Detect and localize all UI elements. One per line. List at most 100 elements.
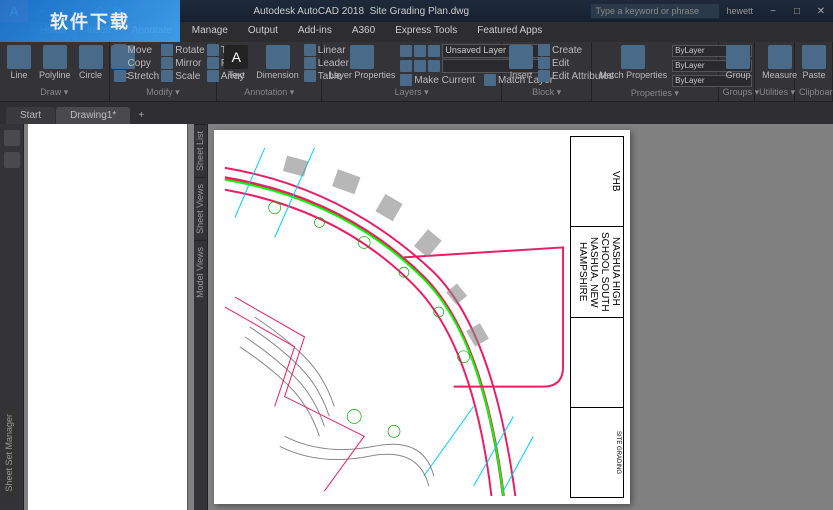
panel-groups-label[interactable]: Groups ▾ <box>723 87 751 99</box>
ribbon: Line Polyline Circle Arc Draw ▾ Move Cop… <box>0 42 833 102</box>
tab-output[interactable]: Output <box>238 22 288 42</box>
make-current-icon <box>400 74 412 86</box>
rotate-button[interactable]: Rotate <box>161 44 204 56</box>
tb-sheet: SITE GRADING <box>571 408 623 497</box>
mirror-icon <box>161 57 173 69</box>
user-name[interactable]: hewett <box>726 6 753 16</box>
panel-draw: Line Polyline Circle Arc Draw ▾ <box>0 42 110 101</box>
window-title: Autodesk AutoCAD 2018 Site Grading Plan.… <box>132 6 590 17</box>
move-icon <box>114 44 126 56</box>
layers-icon <box>350 45 374 69</box>
minimize-button[interactable]: − <box>761 1 785 21</box>
panel-layers: Layer Properties Unsaved Layer State Mak… <box>322 42 502 101</box>
panel-modify: Move Copy Stretch Rotate Mirror Scale Tr… <box>110 42 218 101</box>
site-plan-drawing <box>222 138 566 496</box>
sheet-set-manager-tab[interactable]: Sheet Set Manager <box>2 406 16 500</box>
copy-button[interactable]: Copy <box>114 57 160 69</box>
group-button[interactable]: Group <box>723 44 754 81</box>
panel-layers-label[interactable]: Layers ▾ <box>326 87 497 99</box>
palette-bar: Sheet List Sheet Views Model Views <box>194 124 208 510</box>
match-properties-button[interactable]: Match Properties <box>596 44 670 81</box>
new-tab-button[interactable]: + <box>131 107 151 124</box>
stretch-button[interactable]: Stretch <box>114 70 160 82</box>
panel-block: Insert Create Edit Edit Attributes Block… <box>502 42 592 101</box>
bulb-icon[interactable] <box>400 45 412 57</box>
table-icon <box>304 70 316 82</box>
drawing-tab[interactable]: Drawing1* <box>56 107 130 124</box>
freeze-icon[interactable] <box>414 45 426 57</box>
panel-annotation-label[interactable]: Annotation ▾ <box>221 87 317 99</box>
freeze-icon[interactable] <box>414 60 426 72</box>
dimension-icon <box>266 45 290 69</box>
text-icon: A <box>224 45 248 69</box>
tab-express[interactable]: Express Tools <box>385 22 467 42</box>
start-tab[interactable]: Start <box>6 107 55 124</box>
scale-icon <box>161 70 173 82</box>
close-button[interactable]: ✕ <box>809 1 833 21</box>
circle-button[interactable]: Circle <box>76 44 106 81</box>
panel-block-label[interactable]: Block ▾ <box>506 87 587 99</box>
layer-properties-button[interactable]: Layer Properties <box>326 44 398 81</box>
tab-manage[interactable]: Manage <box>182 22 238 42</box>
sheet-views-tab[interactable]: Sheet Views <box>194 177 206 240</box>
match-layer-icon <box>484 74 496 86</box>
create-icon <box>538 44 550 56</box>
panel-draw-label[interactable]: Draw ▾ <box>4 87 105 99</box>
tab-featured[interactable]: Featured Apps <box>467 22 552 42</box>
paste-button[interactable]: Paste <box>799 44 829 81</box>
tb-revisions <box>571 318 623 408</box>
panel-properties-label[interactable]: Properties ▾ <box>596 88 713 99</box>
watermark-overlay: 软件下载 <box>0 0 180 42</box>
panel-utilities-label[interactable]: Utilities ▾ <box>759 87 790 99</box>
panel-annotation: AText Dimension Linear Leader Table Anno… <box>217 42 322 101</box>
match-icon <box>621 45 645 69</box>
circle-icon <box>79 45 103 69</box>
measure-button[interactable]: Measure <box>759 44 800 81</box>
viewport[interactable] <box>222 138 566 496</box>
scale-button[interactable]: Scale <box>161 70 204 82</box>
polyline-button[interactable]: Polyline <box>36 44 74 81</box>
rotate-icon <box>161 44 173 56</box>
maximize-button[interactable]: □ <box>785 1 809 21</box>
dock-icon-2[interactable] <box>4 152 20 168</box>
sheet-list-tab[interactable]: Sheet List <box>194 124 206 177</box>
insert-icon <box>509 45 533 69</box>
title-block: VHB NASHUA HIGH SCHOOL SOUTHNASHUA, NEW … <box>570 136 624 498</box>
bulb-icon[interactable] <box>400 60 412 72</box>
panel-clipboard: Paste Clipboard <box>795 42 833 101</box>
panel-modify-label[interactable]: Modify ▾ <box>114 87 213 99</box>
leader-icon <box>304 57 316 69</box>
move-button[interactable]: Move <box>114 44 160 56</box>
text-button[interactable]: AText <box>221 44 251 81</box>
model-views-tab[interactable]: Model Views <box>194 240 206 304</box>
tb-client: VHB <box>571 137 623 227</box>
panel-groups: Group Groups ▾ <box>719 42 756 101</box>
line-button[interactable]: Line <box>4 44 34 81</box>
panel-clipboard-label[interactable]: Clipboard <box>799 87 828 99</box>
dock-icon-1[interactable] <box>4 130 20 146</box>
side-paper-panel[interactable] <box>28 124 188 510</box>
tb-project: NASHUA HIGH SCHOOL SOUTHNASHUA, NEW HAMP… <box>571 227 623 317</box>
edit-icon <box>538 57 550 69</box>
lock-icon[interactable] <box>428 45 440 57</box>
group-icon <box>726 45 750 69</box>
tab-a360[interactable]: A360 <box>342 22 385 42</box>
line-icon <box>7 45 31 69</box>
copy-icon <box>114 57 126 69</box>
help-search-input[interactable]: Type a keyword or phrase <box>590 3 720 19</box>
drawing-sheet[interactable]: VHB NASHUA HIGH SCHOOL SOUTHNASHUA, NEW … <box>214 130 630 504</box>
workspace: Sheet Set Manager Sheet List Sheet Views… <box>0 124 833 510</box>
file-tabs: Start Drawing1* + <box>0 102 833 124</box>
stretch-icon <box>114 70 126 82</box>
panel-utilities: Measure Utilities ▾ <box>755 42 795 101</box>
mirror-button[interactable]: Mirror <box>161 57 204 69</box>
attr-icon <box>538 70 550 82</box>
lock-icon[interactable] <box>428 60 440 72</box>
measure-icon <box>768 45 792 69</box>
dimension-button[interactable]: Dimension <box>253 44 302 81</box>
tab-addins[interactable]: Add-ins <box>288 22 342 42</box>
insert-block-button[interactable]: Insert <box>506 44 536 81</box>
linear-icon <box>304 44 316 56</box>
polyline-icon <box>43 45 67 69</box>
paste-icon <box>802 45 826 69</box>
